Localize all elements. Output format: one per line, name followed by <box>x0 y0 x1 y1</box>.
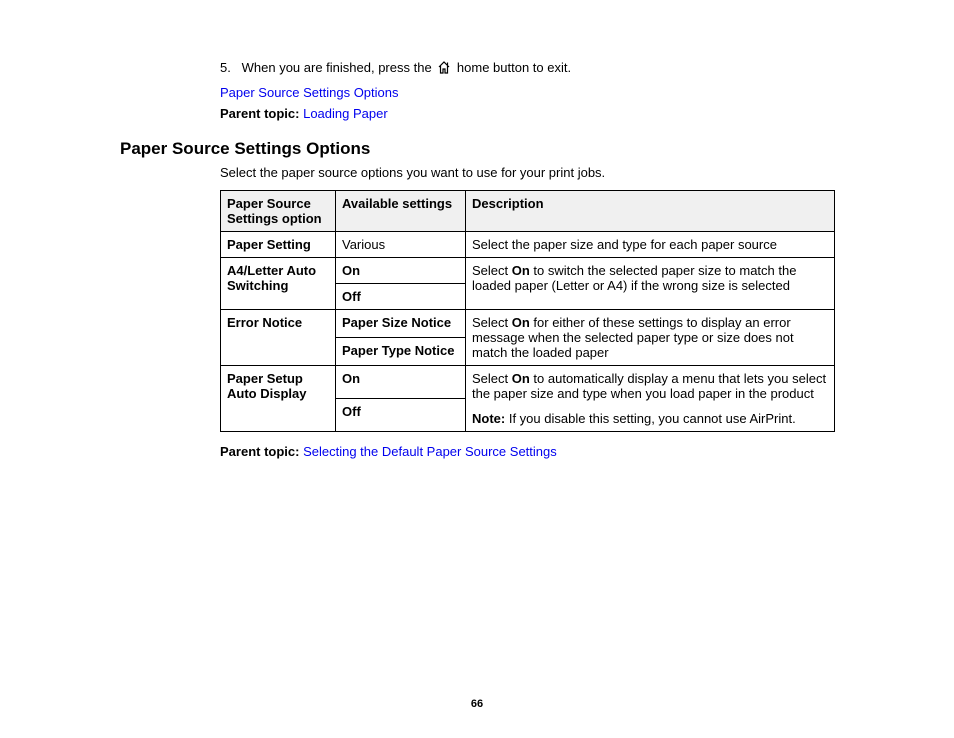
th-option: Paper Source Settings option <box>221 191 336 232</box>
cell-setting: Off <box>336 399 466 432</box>
related-link[interactable]: Paper Source Settings Options <box>220 85 399 100</box>
step-number: 5. <box>220 60 238 75</box>
page-number: 66 <box>0 698 954 710</box>
cell-setting: Paper Type Notice <box>336 338 466 366</box>
th-settings: Available settings <box>336 191 466 232</box>
parent-topic-line: Parent topic: Loading Paper <box>220 106 834 121</box>
settings-table: Paper Source Settings option Available s… <box>220 190 835 432</box>
instruction-step: 5. When you are finished, press the home… <box>220 60 834 77</box>
step-text-after: home button to exit. <box>453 60 571 75</box>
table-row: Error Notice Paper Size Notice Select On… <box>221 310 835 338</box>
th-description: Description <box>466 191 835 232</box>
cell-option: Paper Setup Auto Display <box>221 366 336 432</box>
parent-topic-link[interactable]: Selecting the Default Paper Source Setti… <box>303 444 557 459</box>
parent-topic-label: Parent topic: <box>220 106 299 121</box>
cell-option: Error Notice <box>221 310 336 366</box>
step-text-before: When you are finished, press the <box>242 60 436 75</box>
table-header-row: Paper Source Settings option Available s… <box>221 191 835 232</box>
cell-setting: Paper Size Notice <box>336 310 466 338</box>
cell-setting: Various <box>336 232 466 258</box>
cell-description: Select the paper size and type for each … <box>466 232 835 258</box>
parent-topic-line: Parent topic: Selecting the Default Pape… <box>220 444 834 459</box>
section-intro: Select the paper source options you want… <box>220 165 834 180</box>
cell-setting: On <box>336 366 466 399</box>
table-row: Paper Setup Auto Display On Select On to… <box>221 366 835 399</box>
cell-description: Select On for either of these settings t… <box>466 310 835 366</box>
cell-option: Paper Setting <box>221 232 336 258</box>
home-icon <box>437 61 451 77</box>
parent-topic-label: Parent topic: <box>220 444 299 459</box>
parent-topic-link[interactable]: Loading Paper <box>303 106 388 121</box>
cell-description: Select On to automatically display a men… <box>466 366 835 432</box>
cell-setting: Off <box>336 284 466 310</box>
cell-option: A4/Letter Auto Switching <box>221 258 336 310</box>
section-heading: Paper Source Settings Options <box>120 139 834 159</box>
table-row: A4/Letter Auto Switching On Select On to… <box>221 258 835 284</box>
cell-description: Select On to switch the selected paper s… <box>466 258 835 310</box>
cell-setting: On <box>336 258 466 284</box>
table-row: Paper Setting Various Select the paper s… <box>221 232 835 258</box>
